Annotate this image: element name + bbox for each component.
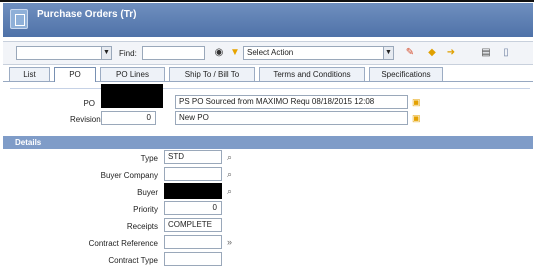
type-search-icon[interactable]: ⌕ xyxy=(227,152,237,162)
contract-type-field[interactable] xyxy=(164,252,222,266)
receipts-label: Receipts xyxy=(126,222,158,231)
print-icon[interactable]: ▤ xyxy=(480,47,492,59)
find-label: Find: xyxy=(119,49,137,58)
po-label: PO xyxy=(83,99,95,108)
contract-reference-detail-icon[interactable]: » xyxy=(227,237,237,247)
po-description-field[interactable]: PS PO Sourced from MAXIMO Requ 08/18/201… xyxy=(175,95,408,109)
application-header: Purchase Orders (Tr) xyxy=(3,3,533,37)
binoculars-icon[interactable]: ◉ xyxy=(213,47,225,59)
query-select[interactable] xyxy=(16,46,102,60)
po-number-redacted xyxy=(101,84,163,108)
tab-ship-to-bill-to[interactable]: Ship To / Bill To xyxy=(169,67,255,81)
purchase-orders-icon xyxy=(10,9,28,29)
tab-strip: List PO PO Lines Ship To / Bill To Terms… xyxy=(3,67,533,82)
report-icon[interactable]: ▯ xyxy=(500,47,512,59)
receipts-field[interactable]: COMPLETE xyxy=(164,218,222,232)
find-input[interactable] xyxy=(142,46,205,60)
tab-po-lines[interactable]: PO Lines xyxy=(100,67,165,81)
top-border xyxy=(0,0,534,2)
orange-arrow-icon[interactable]: ▼ xyxy=(229,47,241,59)
buyer-company-search-icon[interactable]: ⌕ xyxy=(227,169,237,179)
tab-specifications[interactable]: Specifications xyxy=(369,67,443,81)
buyer-company-label: Buyer Company xyxy=(100,171,158,180)
revision-field[interactable]: 0 xyxy=(101,111,156,125)
long-description-icon[interactable]: ▣ xyxy=(412,97,422,107)
select-action-dropdown-button[interactable]: ▼ xyxy=(383,46,394,60)
clear-changes-icon[interactable]: ✎ xyxy=(404,47,416,59)
query-dropdown-button[interactable]: ▼ xyxy=(101,46,112,60)
section-divider xyxy=(10,88,530,89)
previous-record-icon[interactable]: ◆ xyxy=(426,47,438,59)
buyer-redacted xyxy=(164,183,222,199)
tab-list[interactable]: List xyxy=(9,67,50,81)
type-field[interactable]: STD xyxy=(164,150,222,164)
revision-description-field[interactable]: New PO xyxy=(175,111,408,125)
type-label: Type xyxy=(140,154,158,163)
buyer-company-field[interactable] xyxy=(164,167,222,181)
revision-long-description-icon[interactable]: ▣ xyxy=(412,113,422,123)
priority-label: Priority xyxy=(133,205,158,214)
contract-reference-field[interactable] xyxy=(164,235,222,249)
buyer-label: Buyer xyxy=(137,188,158,197)
revision-label: Revision xyxy=(70,115,101,124)
app-title: Purchase Orders (Tr) xyxy=(37,9,137,20)
buyer-search-icon[interactable]: ⌕ xyxy=(227,186,237,196)
contract-type-label: Contract Type xyxy=(108,256,158,265)
details-section-header: Details xyxy=(3,136,533,149)
tab-terms-and-conditions[interactable]: Terms and Conditions xyxy=(259,67,365,81)
next-record-icon[interactable]: ➜ xyxy=(445,47,457,59)
tab-po[interactable]: PO xyxy=(54,67,96,82)
select-action-dropdown[interactable]: Select Action xyxy=(243,46,384,60)
contract-reference-label: Contract Reference xyxy=(88,239,158,248)
priority-field[interactable]: 0 xyxy=(164,201,222,215)
